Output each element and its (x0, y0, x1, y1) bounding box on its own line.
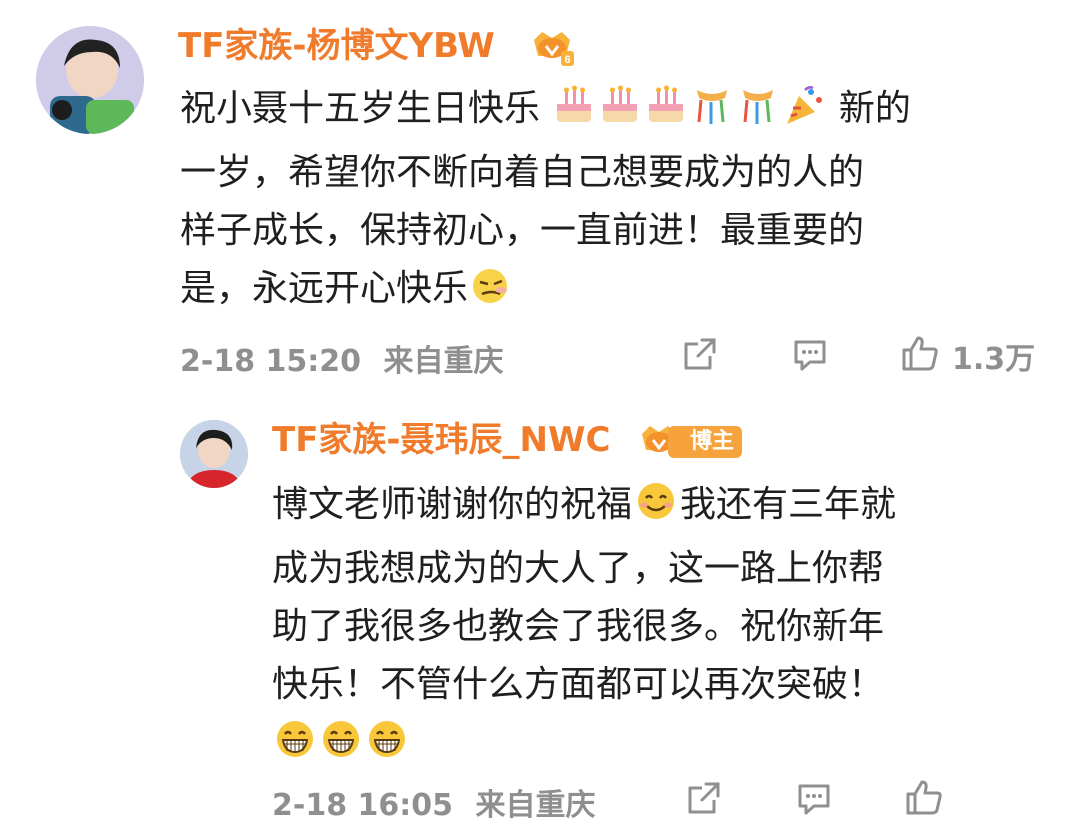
comment-line-2: 一岁，希望你不断向着自己想要成为的人的 (180, 152, 865, 193)
comment-meta: 2-18 15:20 来自重庆 (180, 336, 503, 380)
reply-comment: TF家族-聂玮辰_NWC 博主 博文老师谢谢你的祝福 我还有三年就 成为我想成为… (0, 400, 1080, 832)
like-icon (904, 778, 944, 822)
comment-button[interactable] (794, 778, 834, 822)
reply-line-4: 快乐！不管什么方面都可以再次突破！ (272, 664, 885, 705)
reply-line-1b: 我还有三年就 (680, 484, 897, 525)
username[interactable]: TF家族-聂玮辰_NWC (272, 420, 610, 460)
grin-emoji (364, 718, 410, 778)
grin-emoji (318, 718, 364, 778)
comment-icon (790, 334, 830, 378)
cake-emoji (597, 84, 643, 144)
reply-line-3: 助了我很多也教会了我很多。祝你新年 (272, 606, 885, 647)
comment-text: 祝小聂十五岁生日快乐 新的 一岁，希望你不断向着自己想要成为的人的 样子成长，保… (180, 80, 911, 324)
avatar[interactable] (180, 420, 248, 488)
comment-button[interactable] (790, 334, 830, 378)
cake-emoji (551, 84, 597, 144)
share-icon (680, 334, 720, 378)
svg-text:6: 6 (564, 54, 570, 66)
reply-text: 博文老师谢谢你的祝福 我还有三年就 成为我想成为的大人了，这一路上你帮 助了我很… (272, 476, 896, 778)
like-icon (900, 334, 940, 378)
party-popper-emoji (781, 84, 827, 144)
author-badge: 博主 (668, 426, 743, 458)
vip-crown-icon: 6 (528, 24, 576, 72)
location: 来自重庆 (475, 788, 596, 823)
avatar[interactable] (36, 26, 144, 134)
timestamp: 2-18 16:05 (272, 788, 454, 823)
location: 来自重庆 (383, 344, 504, 379)
comment-line-1: 祝小聂十五岁生日快乐 (180, 88, 541, 129)
grin-emoji (272, 718, 318, 778)
username[interactable]: TF家族-杨博文YBW (178, 26, 495, 66)
share-icon (684, 778, 724, 822)
comment-line-1b: 新的 (838, 88, 911, 129)
like-button[interactable] (904, 778, 944, 822)
ribbon-emoji (735, 84, 781, 144)
main-comment: TF家族-杨博文YBW 6 祝小聂十五岁生日快乐 新的 一岁，希望你不断向着自己… (0, 0, 1080, 400)
smile-emoji (632, 480, 680, 540)
comment-line-4: 是，永远开心快乐 (180, 268, 469, 309)
smug-emoji (468, 266, 512, 324)
timestamp: 2-18 15:20 (180, 344, 362, 379)
comment-line-3: 样子成长，保持初心，一直前进！最重要的 (180, 210, 865, 251)
reply-line-2: 成为我想成为的大人了，这一路上你帮 (272, 548, 885, 589)
like-button[interactable]: 1.3万 (900, 334, 1035, 378)
share-button[interactable] (684, 778, 724, 822)
ribbon-emoji (689, 84, 735, 144)
cake-emoji (643, 84, 689, 144)
like-count: 1.3万 (952, 342, 1036, 377)
comment-icon (794, 778, 834, 822)
share-button[interactable] (680, 334, 720, 378)
reply-meta: 2-18 16:05 来自重庆 (272, 780, 595, 824)
reply-line-1: 博文老师谢谢你的祝福 (272, 484, 633, 525)
